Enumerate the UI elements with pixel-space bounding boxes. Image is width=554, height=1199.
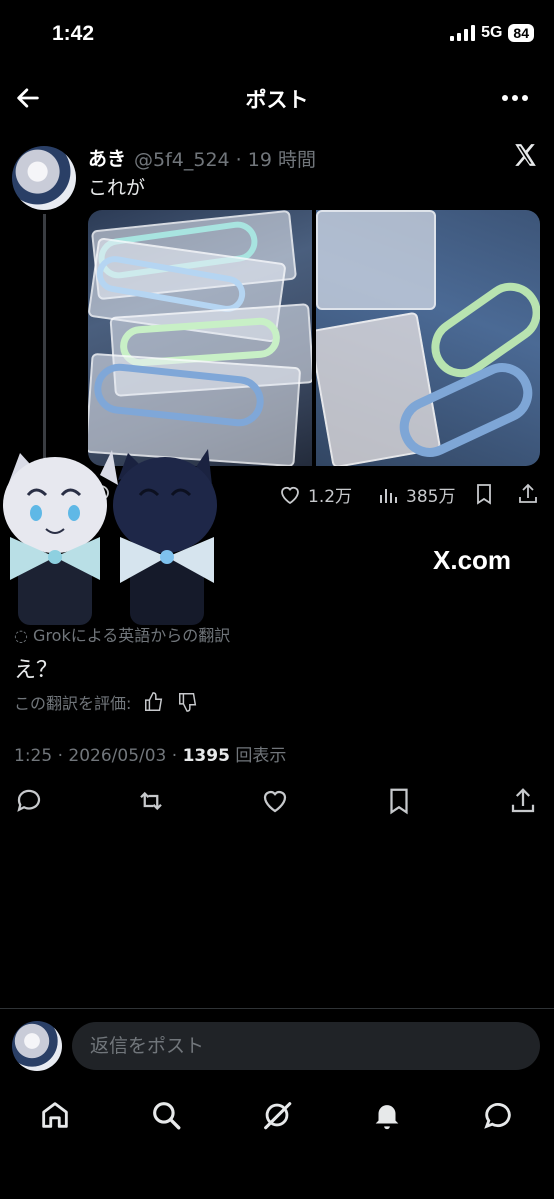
post-text: これが xyxy=(88,177,146,199)
post-view-suffix: 回表示 xyxy=(229,746,287,766)
post-timestamp: 1:25 · 2026/05/03 · xyxy=(14,746,183,766)
avatar[interactable] xyxy=(12,146,76,210)
like-count: 1.2万 xyxy=(308,487,353,507)
post-view-count: 1395 xyxy=(182,746,230,766)
page-title: ポスト xyxy=(245,88,309,112)
heart-icon xyxy=(281,486,299,504)
search-icon xyxy=(153,1102,181,1130)
views-icon xyxy=(380,488,397,503)
bookmark-icon xyxy=(477,484,491,505)
more-horizontal-icon xyxy=(502,95,528,101)
network-type: 5G xyxy=(481,24,503,41)
bookmark-button[interactable] xyxy=(384,786,414,816)
top-header: ポスト xyxy=(0,70,554,126)
rate-label: この翻訳を評価: xyxy=(14,694,132,713)
retweet-button[interactable] xyxy=(136,786,166,816)
tab-home[interactable] xyxy=(38,1098,72,1132)
grok-icon xyxy=(264,1102,292,1130)
reply-button[interactable] xyxy=(14,786,44,816)
media-grid[interactable] xyxy=(88,210,540,466)
author-handle-time[interactable]: @5f4_524 · 19 時間 xyxy=(134,145,316,172)
message-icon xyxy=(484,1103,511,1129)
more-button[interactable] xyxy=(500,86,530,110)
like-button[interactable] xyxy=(260,786,290,816)
post-text: え？ xyxy=(14,658,59,683)
photo-accessories[interactable] xyxy=(316,210,540,466)
post-meta: 1:25 · 2026/05/03 · 1395 回表示 xyxy=(14,741,286,766)
photo-cords[interactable] xyxy=(88,210,312,466)
like-stat[interactable]: 1.2万 xyxy=(278,482,352,507)
status-indicators: 5G 84 xyxy=(450,24,534,42)
reply-composer xyxy=(0,1008,554,1082)
reply-input[interactable] xyxy=(72,1022,540,1070)
signal-icon xyxy=(450,25,476,41)
bell-icon xyxy=(375,1105,399,1130)
share-icon xyxy=(511,788,535,813)
grok-icon: ◌ xyxy=(14,626,34,645)
home-icon xyxy=(42,1102,68,1128)
tab-notifications[interactable] xyxy=(370,1098,404,1132)
thumbs-down-icon[interactable] xyxy=(177,691,199,713)
tab-messages[interactable] xyxy=(481,1098,515,1132)
tab-search[interactable] xyxy=(149,1098,183,1132)
translation-note: ◌ Grokによる英語からの翻訳 xyxy=(14,622,230,646)
status-bar: 1:42 5G 84 xyxy=(0,0,554,70)
heart-icon xyxy=(263,790,287,813)
bookmark-icon xyxy=(390,788,408,815)
view-count: 385万 xyxy=(406,487,456,507)
battery-indicator: 84 xyxy=(508,24,534,42)
watermark-xcom: X.com xyxy=(433,545,512,575)
author-name[interactable]: あき xyxy=(88,144,126,171)
comment-icon xyxy=(17,789,41,812)
share-button[interactable] xyxy=(508,786,538,816)
avatar[interactable] xyxy=(12,1021,62,1071)
share-stat[interactable] xyxy=(516,482,540,506)
plush-sticker-overlay xyxy=(0,445,235,635)
share-icon xyxy=(519,483,537,503)
post-action-bar xyxy=(0,780,554,824)
translation-label: Grokによる英語からの翻訳 xyxy=(33,626,231,645)
rate-translation: この翻訳を評価: xyxy=(14,690,199,714)
thumbs-up-icon[interactable] xyxy=(143,691,165,713)
x-logo-icon xyxy=(512,142,538,168)
retweet-icon xyxy=(140,791,162,811)
status-time: 1:42 xyxy=(52,22,95,45)
bottom-tab-bar xyxy=(0,1084,554,1148)
tab-grok[interactable] xyxy=(260,1098,294,1132)
views-stat[interactable]: 385万 xyxy=(376,482,455,507)
bookmark-stat[interactable] xyxy=(472,482,496,506)
